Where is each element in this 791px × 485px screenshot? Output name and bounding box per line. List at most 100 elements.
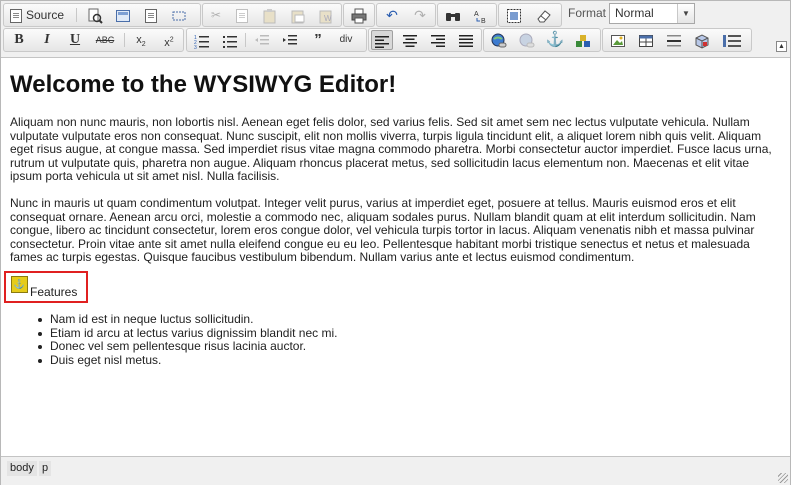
flash-button[interactable]: [572, 30, 594, 50]
features-anchor-selection[interactable]: ⚓ Features: [4, 271, 88, 303]
show-blocks-icon: [172, 11, 186, 21]
link-button[interactable]: [488, 30, 510, 50]
align-right-icon: [431, 34, 445, 47]
superscript-button[interactable]: x2: [158, 30, 180, 50]
chevron-up-icon: ▲: [778, 43, 785, 50]
find-button[interactable]: [442, 5, 464, 25]
paste-word-button[interactable]: W: [315, 5, 337, 25]
print-group: [343, 3, 375, 27]
links-group: ⚓: [483, 28, 601, 52]
anchor-placeholder-icon[interactable]: ⚓: [11, 276, 28, 293]
remove-format-icon: [537, 10, 551, 23]
align-right-button[interactable]: [427, 30, 449, 50]
source-button[interactable]: Source: [10, 5, 72, 25]
list-item: Donec vel sem pellentesque risus lacinia…: [37, 340, 337, 354]
document-group: Source: [3, 3, 201, 27]
resize-handle[interactable]: [778, 473, 788, 483]
table-button[interactable]: [635, 30, 657, 50]
image-button[interactable]: [607, 30, 629, 50]
templates-button[interactable]: [112, 5, 134, 25]
anchor-icon: ⚓: [545, 31, 565, 48]
format-label: Format: [568, 6, 607, 20]
undo-redo-group: ↶ ↷: [376, 3, 436, 27]
link-icon: [491, 33, 507, 48]
element-path-bar: body p: [1, 456, 790, 485]
undo-icon: ↶: [386, 7, 398, 23]
content-heading: Welcome to the WYSIWYG Editor!: [10, 71, 397, 98]
editor-toolbar: Source ✂ W ↶ ↷ A B Format Normal ▼ B I U…: [1, 1, 790, 58]
bold-button[interactable]: B: [8, 30, 30, 50]
unlink-button[interactable]: [516, 30, 538, 50]
paste-icon: [263, 8, 276, 24]
insert-group: [602, 28, 752, 52]
format-value: Normal: [615, 6, 654, 20]
paste-text-button[interactable]: [287, 5, 309, 25]
italic-button[interactable]: I: [36, 30, 58, 50]
replace-button[interactable]: AB: [470, 5, 492, 25]
create-div-button[interactable]: div: [335, 30, 357, 50]
replace-icon: AB: [474, 11, 486, 25]
separator: [76, 8, 77, 22]
horizontal-rule-button[interactable]: [663, 30, 685, 50]
flash-icon: [576, 34, 590, 47]
copy-button[interactable]: [231, 5, 253, 25]
smiley-icon: [695, 34, 709, 49]
indent-icon: [283, 34, 297, 45]
justify-button[interactable]: [455, 30, 477, 50]
strikethrough-icon: ABC: [95, 35, 115, 45]
content-bullet-list: Nam id est in neque luctus sollicitudin.…: [37, 312, 337, 368]
find-group: AB: [437, 3, 497, 27]
align-left-button[interactable]: [371, 30, 393, 50]
list-item: Duis eget nisl metus.: [37, 353, 337, 368]
svg-text:A: A: [474, 11, 479, 18]
outdent-button[interactable]: [251, 30, 273, 50]
blockquote-button[interactable]: ”: [307, 30, 329, 50]
anchor-button[interactable]: ⚓: [544, 30, 566, 50]
align-center-icon: [403, 34, 417, 47]
list-item: Nam id est in neque luctus sollicitudin.: [37, 312, 337, 327]
svg-text:W: W: [324, 14, 332, 23]
cut-button[interactable]: ✂: [205, 5, 227, 25]
show-blocks-button[interactable]: [168, 5, 190, 25]
element-path-p[interactable]: p: [39, 461, 52, 476]
element-path-body[interactable]: body: [7, 461, 37, 476]
indent-button[interactable]: [279, 30, 301, 50]
select-all-icon: [507, 8, 521, 23]
bulleted-list-button[interactable]: [219, 30, 241, 50]
bold-icon: B: [14, 32, 24, 47]
new-page-button[interactable]: [140, 5, 162, 25]
content-paragraph-2: Nunc in mauris ut quam condimentum volut…: [10, 196, 756, 265]
special-char-icon: [723, 34, 741, 47]
paste-button[interactable]: [259, 5, 281, 25]
smiley-button[interactable]: [691, 30, 713, 50]
editor-content-area[interactable]: Welcome to the WYSIWYG Editor! Aliquam n…: [1, 58, 790, 455]
content-paragraph-1: Aliquam non nunc mauris, non lobortis ni…: [10, 115, 772, 184]
strikethrough-button[interactable]: ABC: [92, 30, 118, 50]
print-button[interactable]: [348, 5, 370, 25]
new-page-icon: [145, 8, 157, 23]
select-all-button[interactable]: [503, 5, 525, 25]
undo-button[interactable]: ↶: [381, 5, 403, 25]
unlink-icon: [519, 33, 535, 48]
special-char-button[interactable]: [719, 30, 745, 50]
preview-button[interactable]: [84, 5, 106, 25]
redo-button[interactable]: ↷: [409, 5, 431, 25]
align-center-button[interactable]: [399, 30, 421, 50]
blockquote-icon: ”: [314, 31, 322, 48]
svg-text:3: 3: [194, 45, 197, 49]
collapse-toolbar-button[interactable]: ▲: [776, 41, 787, 52]
copy-icon: [236, 8, 248, 23]
justify-icon: [459, 34, 473, 47]
basic-styles-group: B I U ABC x2 x2: [3, 28, 184, 52]
format-dropdown[interactable]: Normal ▼: [609, 3, 695, 24]
underline-icon: U: [69, 32, 81, 47]
align-left-icon: [375, 35, 389, 48]
chevron-down-icon[interactable]: ▼: [677, 4, 694, 23]
numbered-list-button[interactable]: 123: [191, 30, 213, 51]
subscript-button[interactable]: x2: [130, 30, 152, 50]
remove-format-button[interactable]: [533, 5, 555, 25]
paragraph-group: 123 ” div: [186, 28, 367, 52]
paste-text-icon: [291, 10, 305, 24]
underline-button[interactable]: U: [64, 30, 86, 50]
bulleted-list-icon: [223, 35, 237, 48]
